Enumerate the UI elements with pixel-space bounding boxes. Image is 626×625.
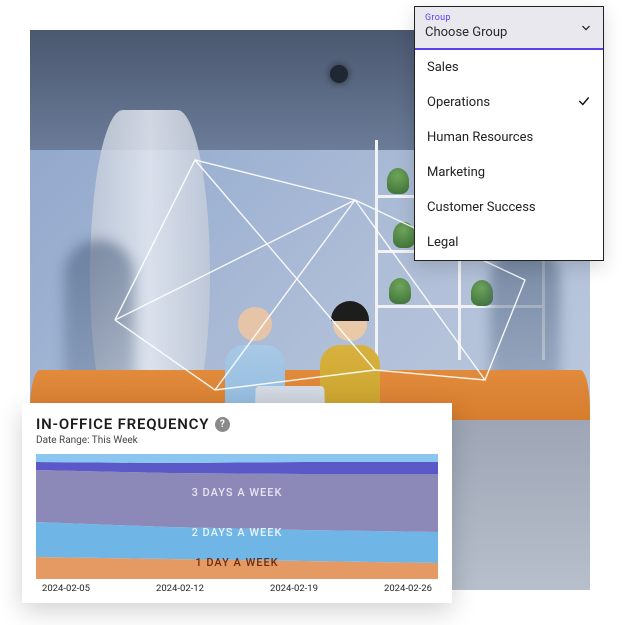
- group-option-label: Human Resources: [427, 130, 533, 145]
- group-option-label: Legal: [427, 235, 458, 250]
- band-3days: [36, 470, 438, 532]
- info-icon[interactable]: ?: [215, 417, 230, 432]
- group-option-legal[interactable]: Legal: [415, 225, 603, 260]
- group-dropdown-header[interactable]: Group Choose Group: [415, 7, 603, 50]
- x-tick: 2024-02-05: [42, 583, 90, 594]
- chart-date-range: Date Range: This Week: [36, 435, 438, 446]
- group-option-label: Sales: [427, 60, 459, 75]
- group-option-label: Customer Success: [427, 200, 536, 215]
- group-option-sales[interactable]: Sales: [415, 50, 603, 85]
- check-icon: [577, 94, 591, 112]
- x-tick: 2024-02-26: [384, 583, 432, 594]
- chevron-down-icon: [579, 20, 593, 38]
- chart-x-axis: 2024-02-05 2024-02-12 2024-02-19 2024-02…: [36, 579, 438, 594]
- group-option-operations[interactable]: Operations: [415, 85, 603, 120]
- x-tick: 2024-02-12: [156, 583, 204, 594]
- chart-title-row: IN-OFFICE FREQUENCY ?: [36, 415, 438, 433]
- group-dropdown-label: Group: [425, 13, 593, 23]
- stacked-area-chart: 3 DAYS A WEEK 2 DAYS A WEEK 1 DAY A WEEK: [36, 454, 438, 579]
- group-option-customer-success[interactable]: Customer Success: [415, 190, 603, 225]
- band-label-1day: 1 DAY A WEEK: [36, 556, 438, 569]
- group-option-marketing[interactable]: Marketing: [415, 155, 603, 190]
- band-label-3days: 3 DAYS A WEEK: [36, 486, 438, 499]
- group-option-human-resources[interactable]: Human Resources: [415, 120, 603, 155]
- band-label-2days: 2 DAYS A WEEK: [36, 526, 438, 539]
- chart-title: IN-OFFICE FREQUENCY: [36, 415, 209, 433]
- band-5days: [36, 454, 438, 463]
- group-option-label: Operations: [427, 95, 490, 110]
- group-dropdown-selected: Choose Group: [425, 25, 593, 40]
- group-dropdown[interactable]: Group Choose Group Sales Operations Huma…: [414, 6, 604, 261]
- in-office-frequency-card: IN-OFFICE FREQUENCY ? Date Range: This W…: [22, 403, 452, 603]
- x-tick: 2024-02-19: [270, 583, 318, 594]
- group-option-label: Marketing: [427, 165, 485, 180]
